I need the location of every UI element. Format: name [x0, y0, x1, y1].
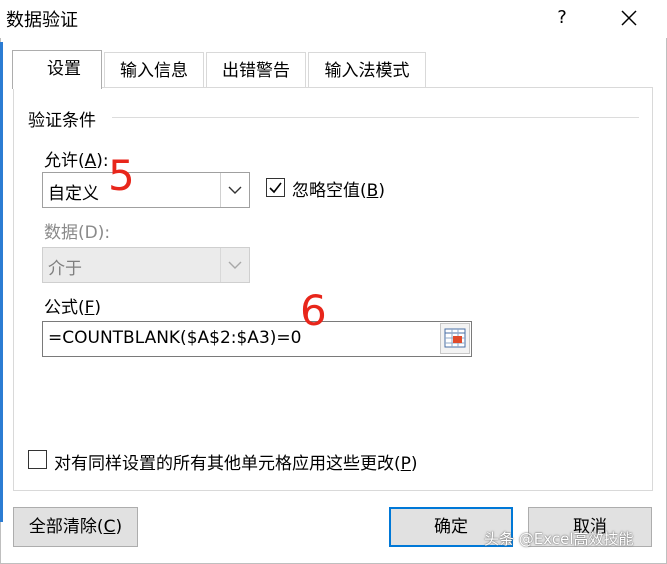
- annotation-step-6: 6: [300, 286, 327, 335]
- apply-all-post: ): [410, 454, 418, 474]
- background-sheet-edge: [0, 42, 3, 522]
- close-icon: [621, 10, 637, 26]
- help-button[interactable]: ?: [548, 3, 576, 33]
- formula-label-key: F: [84, 298, 95, 318]
- tab-settings[interactable]: 设置: [12, 50, 102, 89]
- close-button[interactable]: [614, 3, 644, 33]
- tab-label: 出错警告: [222, 61, 290, 81]
- chevron-down-icon: [220, 173, 249, 207]
- formula-label-post: ): [94, 298, 102, 318]
- validation-criteria-label: 验证条件: [28, 111, 96, 131]
- allow-label-post: ):: [96, 151, 109, 171]
- apply-all-checkbox[interactable]: [28, 450, 47, 469]
- range-select-icon: [444, 328, 466, 348]
- apply-all-label[interactable]: 对有同样设置的所有其他单元格应用这些更改(P): [54, 449, 418, 474]
- group-divider: [112, 117, 639, 118]
- clear-all-pre: 全部清除(: [28, 517, 104, 537]
- tab-ime-mode[interactable]: 输入法模式: [308, 52, 426, 87]
- data-select: 介于: [42, 247, 250, 283]
- apply-all-pre: 对有同样设置的所有其他单元格应用这些更改(: [54, 454, 401, 474]
- dialog-title: 数据验证: [6, 10, 78, 31]
- allow-label-pre: 允许(: [44, 151, 85, 171]
- clear-all-key: C: [103, 517, 116, 537]
- allow-select-value: 自定义: [48, 184, 99, 204]
- range-select-button[interactable]: [440, 323, 470, 354]
- ignore-blank-post: ): [378, 181, 385, 201]
- checkmark-icon: [269, 182, 282, 194]
- chevron-down-icon: [220, 248, 249, 282]
- formula-value: =COUNTBLANK($A$2:$A3)=0: [48, 328, 302, 348]
- tab-error-alert[interactable]: 出错警告: [206, 52, 306, 87]
- allow-select[interactable]: 自定义: [42, 172, 250, 208]
- formula-label-pre: 公式(: [44, 298, 85, 318]
- ignore-blank-checkbox[interactable]: [266, 178, 285, 197]
- watermark: 头条 @Excel高效技能: [484, 530, 634, 548]
- formula-label: 公式(F): [44, 293, 101, 318]
- data-select-value: 介于: [48, 259, 82, 279]
- annotation-step-5: 5: [108, 151, 135, 200]
- tab-label: 输入信息: [120, 61, 188, 81]
- ignore-blank-pre: 忽略空值(: [292, 181, 367, 201]
- apply-all-key: P: [400, 454, 411, 474]
- data-label: 数据(D):: [44, 223, 111, 243]
- ignore-blank-key: B: [366, 181, 379, 201]
- tab-input-message[interactable]: 输入信息: [104, 52, 204, 87]
- formula-input[interactable]: =COUNTBLANK($A$2:$A3)=0: [42, 321, 472, 357]
- allow-label-key: A: [84, 151, 97, 171]
- clear-all-post: ): [115, 517, 123, 537]
- settings-panel: [13, 87, 653, 491]
- ignore-blank-label[interactable]: 忽略空值(B): [292, 176, 385, 201]
- tab-label: 设置: [47, 59, 81, 79]
- clear-all-button[interactable]: 全部清除(C): [13, 507, 138, 547]
- tab-label: 输入法模式: [324, 61, 410, 81]
- allow-label: 允许(A):: [44, 146, 109, 171]
